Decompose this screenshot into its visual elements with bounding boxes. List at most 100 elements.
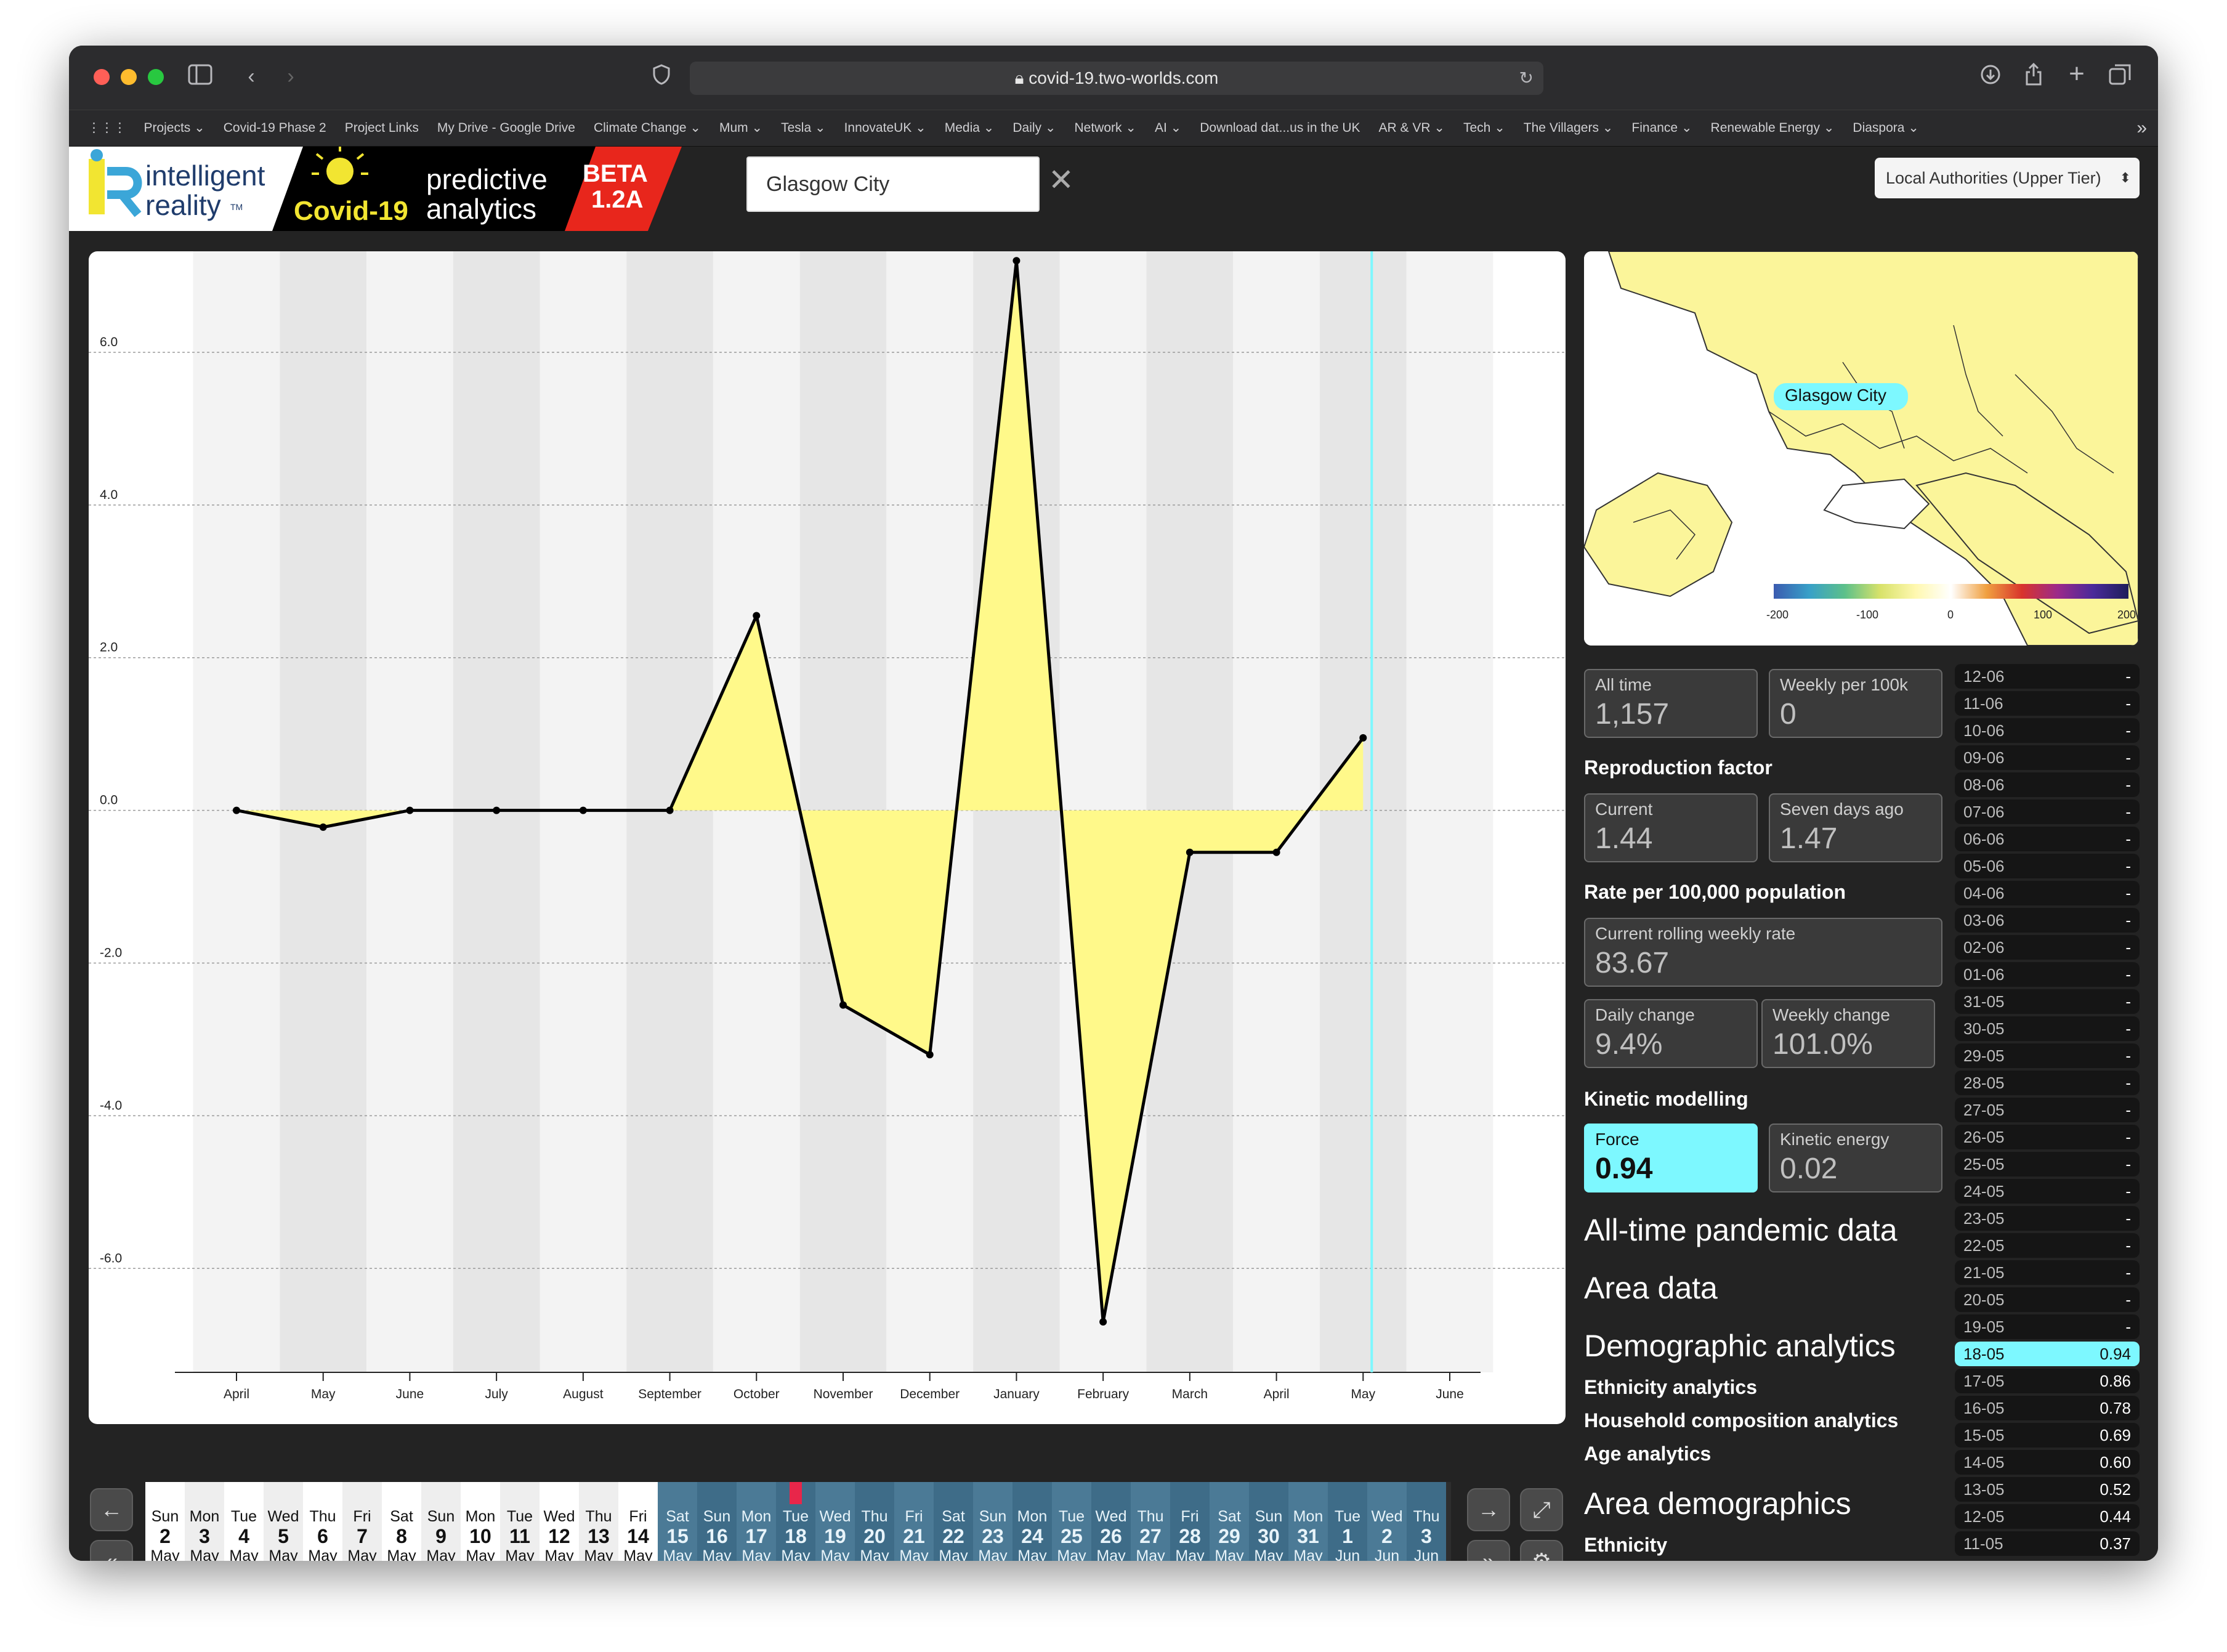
bookmark-item[interactable]: Covid-19 Phase 2	[224, 110, 326, 146]
date-row[interactable]: 21-05 -	[1955, 1260, 2140, 1285]
shield-icon[interactable]	[649, 64, 674, 91]
date-row[interactable]: 31-05 -	[1955, 989, 2140, 1014]
bookmark-item[interactable]: Tesla ⌄	[781, 110, 825, 146]
strip-day[interactable]: Sun 2 May	[145, 1482, 185, 1561]
strip-day[interactable]: Tue 25 May	[1052, 1482, 1091, 1561]
force-chart[interactable]: 6.0 4.0 2.0 0.0 -2.0 -4.0 -6.0 April May June July…	[89, 251, 1566, 1424]
site-logo[interactable]: intelligent reality TM Covid-19 predicti…	[69, 147, 682, 231]
strip-day[interactable]: Mon 3 May	[185, 1482, 224, 1561]
date-row[interactable]: 13-05 0.52	[1955, 1477, 2140, 1502]
strip-day[interactable]: Sun 9 May	[421, 1482, 461, 1561]
more-bookmarks-icon[interactable]: »	[2136, 110, 2147, 146]
strip-day[interactable]: Wed 5 May	[264, 1482, 303, 1561]
strip-day[interactable]: Wed 12 May	[540, 1482, 579, 1561]
date-row[interactable]: 11-06 -	[1955, 691, 2140, 716]
area-type-select[interactable]: Local Authorities (Upper Tier) ⬍	[1875, 158, 2140, 198]
date-row[interactable]: 10-06 -	[1955, 718, 2140, 743]
strip-day[interactable]: Sun 30 May	[1249, 1482, 1288, 1561]
strip-day[interactable]: Wed 19 May	[815, 1482, 855, 1561]
strip-day[interactable]: Thu 27 May	[1131, 1482, 1170, 1561]
strip-day[interactable]: Thu 13 May	[579, 1482, 618, 1561]
date-row[interactable]: 23-05 -	[1955, 1206, 2140, 1231]
prev-day-button[interactable]: ←	[90, 1488, 133, 1531]
strip-day[interactable]: Sun 23 May	[973, 1482, 1012, 1561]
household-link[interactable]: Household composition analytics	[1584, 1409, 1898, 1432]
date-row[interactable]: 05-06 -	[1955, 854, 2140, 878]
date-row[interactable]: 06-06 -	[1955, 827, 2140, 851]
share-icon[interactable]	[2021, 62, 2046, 92]
date-row[interactable]: 04-06 -	[1955, 881, 2140, 905]
strip-day[interactable]: Tue 18 May	[776, 1482, 815, 1561]
new-tab-icon[interactable]: +	[2064, 60, 2089, 87]
clear-search-icon[interactable]: ✕	[1048, 161, 1074, 198]
ethnicity-link[interactable]: Ethnicity	[1584, 1534, 1667, 1557]
date-row[interactable]: 03-06 -	[1955, 908, 2140, 933]
close-window-icon[interactable]	[94, 69, 110, 85]
bookmark-item[interactable]: Network ⌄	[1074, 110, 1136, 146]
date-row[interactable]: 09-06 -	[1955, 745, 2140, 770]
download-icon[interactable]	[1978, 64, 2003, 91]
date-row[interactable]: 29-05 -	[1955, 1043, 2140, 1068]
date-row[interactable]: 08-06 -	[1955, 772, 2140, 797]
apps-grid-icon[interactable]: ⋮⋮⋮	[87, 110, 126, 146]
date-row[interactable]: 26-05 -	[1955, 1125, 2140, 1149]
sidebar-toggle-icon[interactable]	[186, 64, 214, 90]
strip-day[interactable]: Sat 15 May	[658, 1482, 697, 1561]
next-day-button[interactable]: →	[1467, 1488, 1510, 1531]
minimize-window-icon[interactable]	[121, 69, 137, 85]
date-row[interactable]: 17-05 0.86	[1955, 1369, 2140, 1393]
all-time-link[interactable]: All-time pandemic data	[1584, 1212, 1898, 1248]
strip-day[interactable]: Tue 4 May	[224, 1482, 264, 1561]
bookmark-item[interactable]: My Drive - Google Drive	[437, 110, 575, 146]
strip-day[interactable]: Fri 14 May	[618, 1482, 658, 1561]
date-row[interactable]: 25-05 -	[1955, 1152, 2140, 1176]
area-demographics-link[interactable]: Area demographics	[1584, 1486, 1851, 1521]
date-row[interactable]: 11-05 0.37	[1955, 1531, 2140, 1556]
strip-day[interactable]: Thu 6 May	[303, 1482, 342, 1561]
date-row[interactable]: 12-06 -	[1955, 664, 2140, 689]
ethnicity-analytics-link[interactable]: Ethnicity analytics	[1584, 1376, 1757, 1399]
date-row[interactable]: 28-05 -	[1955, 1071, 2140, 1095]
date-row[interactable]: 18-05 0.94	[1955, 1342, 2140, 1366]
strip-day[interactable]: Sat 29 May	[1210, 1482, 1249, 1561]
area-data-link[interactable]: Area data	[1584, 1270, 1718, 1306]
bookmark-item[interactable]: AI ⌄	[1155, 110, 1181, 146]
date-row[interactable]: 07-06 -	[1955, 800, 2140, 824]
date-row[interactable]: 02-06 -	[1955, 935, 2140, 960]
date-row[interactable]: 27-05 -	[1955, 1098, 2140, 1122]
date-row[interactable]: 15-05 0.69	[1955, 1423, 2140, 1448]
age-link[interactable]: Age analytics	[1584, 1443, 1711, 1465]
bookmark-item[interactable]: Diaspora ⌄	[1853, 110, 1918, 146]
back-icon[interactable]: ‹	[239, 64, 264, 89]
forward-icon[interactable]: ›	[278, 64, 303, 89]
bookmark-item[interactable]: Finance ⌄	[1631, 110, 1692, 146]
strip-day[interactable]: Mon 24 May	[1012, 1482, 1052, 1561]
strip-day[interactable]: Fri 7 May	[342, 1482, 382, 1561]
expand-icon[interactable]: ⤢	[1520, 1488, 1563, 1531]
choropleth-map[interactable]: Glasgow City -200 -100 0 100 200	[1584, 251, 2138, 646]
strip-day[interactable]: Wed 2 Jun	[1367, 1482, 1407, 1561]
date-row[interactable]: 16-05 0.78	[1955, 1396, 2140, 1420]
strip-day[interactable]: Fri 21 May	[894, 1482, 934, 1561]
bookmark-item[interactable]: Climate Change ⌄	[594, 110, 701, 146]
date-row[interactable]: 24-05 -	[1955, 1179, 2140, 1204]
reload-icon[interactable]: ↻	[1519, 62, 1534, 95]
address-bar[interactable]: 🔒︎ covid-19.two-worlds.com ↻	[690, 62, 1543, 95]
strip-day[interactable]: Mon 17 May	[737, 1482, 776, 1561]
strip-day[interactable]: Wed 26 May	[1091, 1482, 1131, 1561]
area-search-input[interactable]	[746, 156, 1040, 212]
date-row[interactable]: 22-05 -	[1955, 1233, 2140, 1258]
bookmark-item[interactable]: InnovateUK ⌄	[844, 110, 926, 146]
tab-overview-icon[interactable]	[2108, 64, 2132, 91]
bookmark-item[interactable]: Projects ⌄	[143, 110, 204, 146]
date-row[interactable]: 14-05 0.60	[1955, 1450, 2140, 1475]
date-row[interactable]: 30-05 -	[1955, 1016, 2140, 1041]
settings-icon[interactable]: ⚙	[1520, 1540, 1563, 1561]
strip-day[interactable]: Sat 8 May	[382, 1482, 421, 1561]
strip-day[interactable]: Thu 20 May	[855, 1482, 894, 1561]
bookmark-item[interactable]: AR & VR ⌄	[1379, 110, 1445, 146]
bookmark-item[interactable]: Media ⌄	[945, 110, 995, 146]
strip-day[interactable]: Sat 22 May	[934, 1482, 973, 1561]
bookmark-item[interactable]: Project Links	[345, 110, 419, 146]
date-row[interactable]: 20-05 -	[1955, 1287, 2140, 1312]
